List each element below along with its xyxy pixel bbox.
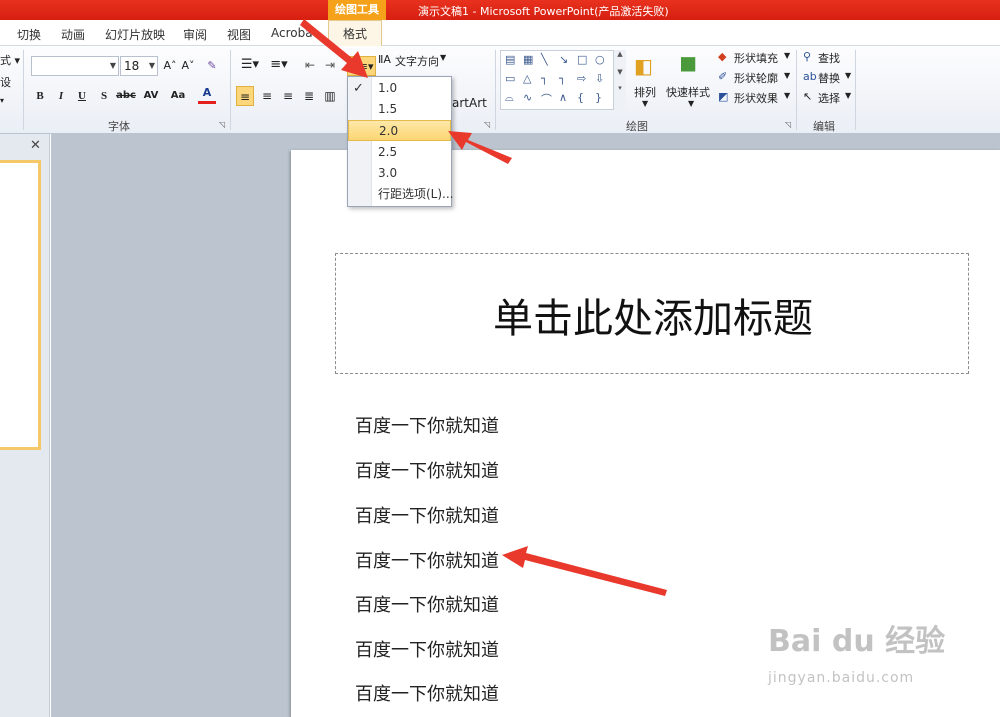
annotation-arrow [300,19,368,78]
watermark-logo: Bai du 经验 [768,624,946,659]
annotation-arrows [300,19,667,596]
baidu-jingyan-watermark: Bai du 经验 jingyan.baidu.com [768,616,958,686]
annotation-arrow [448,131,512,164]
watermark-url: jingyan.baidu.com [768,670,915,686]
annotation-arrow [502,546,667,596]
